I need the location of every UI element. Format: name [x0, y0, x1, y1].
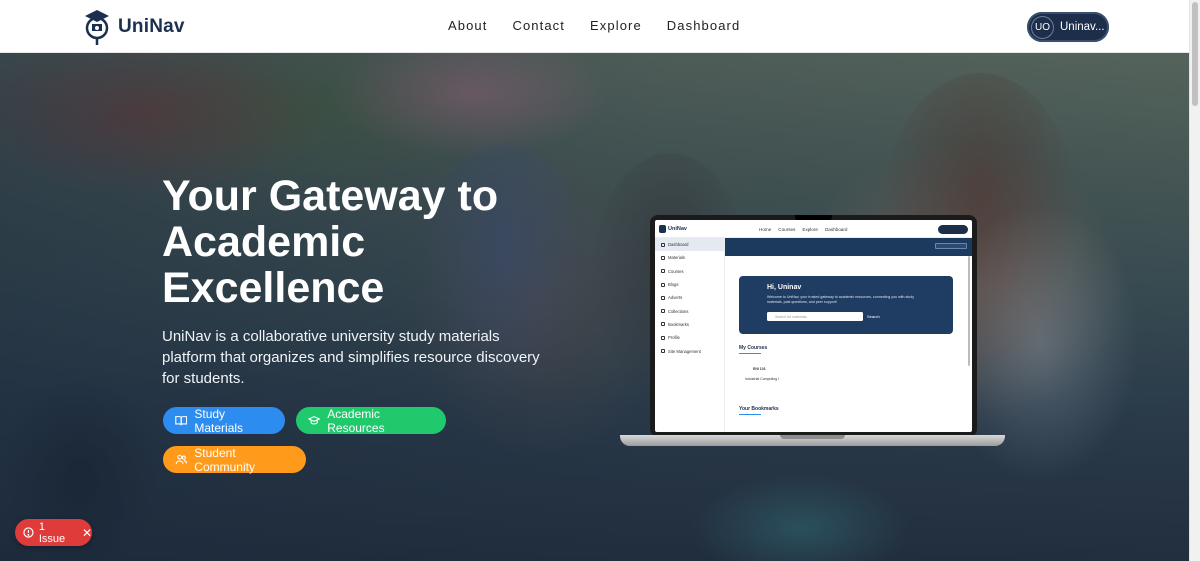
academic-resources-button[interactable]: Academic Resources: [296, 406, 446, 435]
mockup-course-code: ENI 101: [753, 367, 766, 371]
user-menu-button[interactable]: UO Uninav...: [1027, 12, 1109, 42]
mockup-sidebar-label: Profile: [668, 335, 680, 341]
mockup-sidebar-label: Bookmarks: [668, 321, 689, 327]
user-icon: [661, 335, 665, 340]
close-icon[interactable]: ✕: [82, 526, 92, 540]
mockup-sidebar-item: Collections: [655, 304, 724, 317]
mockup-sidebar: Dashboard Materials Courses Blogs Advert…: [655, 238, 725, 432]
mockup-sidebar-item: Bookmarks: [655, 318, 724, 331]
mockup-sidebar-item: Blogs: [655, 278, 724, 291]
study-materials-label: Study Materials: [194, 406, 244, 435]
laptop-base: [620, 435, 1005, 446]
nav-link-about[interactable]: About: [448, 18, 487, 33]
cap-icon: [661, 269, 665, 274]
mockup-sidebar-label: Dashboard: [668, 242, 689, 248]
laptop-mockup: UniNav Home Courses Explore Dashboard Da…: [620, 215, 1005, 450]
mockup-sidebar-label: Materials: [668, 255, 685, 261]
mockup-link-home: Home: [759, 227, 772, 232]
mockup-bookmarks-heading: Your Bookmarks: [739, 406, 779, 412]
nav-link-contact[interactable]: Contact: [512, 18, 565, 33]
mockup-sidebar-label: Blogs: [668, 282, 679, 288]
mockup-screen: UniNav Home Courses Explore Dashboard Da…: [655, 220, 972, 432]
mockup-sidebar-label: Adverts: [668, 295, 683, 301]
mockup-my-courses-heading: My Courses: [739, 345, 768, 351]
brand-name: UniNav: [118, 16, 185, 37]
mockup-topbar: [725, 238, 972, 256]
mockup-sidebar-item: Dashboard: [655, 238, 724, 252]
laptop-screen: UniNav Home Courses Explore Dashboard Da…: [650, 215, 977, 437]
user-name: Uninav...: [1060, 21, 1105, 33]
top-navbar: UniNav About Contact Explore Dashboard U…: [0, 0, 1189, 53]
mockup-sidebar-item: Materials: [655, 251, 724, 264]
book-icon: [661, 255, 665, 260]
uninav-logo-icon: [85, 10, 109, 45]
graduation-cap-icon: [308, 416, 321, 425]
nav-link-dashboard[interactable]: Dashboard: [667, 18, 741, 33]
mockup-sidebar-label: Courses: [668, 268, 684, 274]
mockup-welcome-text: Welcome to UniNav, your trusted gateway …: [767, 295, 915, 304]
book-open-icon: [175, 416, 188, 426]
mockup-brand: UniNav: [659, 225, 687, 233]
nav-link-explore[interactable]: Explore: [590, 18, 642, 33]
megaphone-icon: [661, 295, 665, 300]
alert-circle-icon: [23, 527, 34, 538]
issue-label: 1 Issue: [38, 520, 66, 545]
mockup-topbar-button: [935, 243, 967, 249]
mockup-brand-name: UniNav: [668, 226, 687, 232]
nav-links: About Contact Explore Dashboard: [448, 18, 740, 33]
mockup-course-name: Industrial Computing I: [745, 377, 780, 381]
scrollbar-thumb[interactable]: [1192, 2, 1198, 106]
mockup-welcome-card: Hi, Uninav Welcome to UniNav, your trust…: [739, 276, 953, 334]
mockup-logo-icon: [659, 225, 666, 233]
mockup-underline: [739, 353, 761, 355]
mockup-links: Home Courses Explore Dashboard: [759, 227, 847, 232]
grid-icon: [661, 242, 665, 247]
mockup-sidebar-item: Courses: [655, 265, 724, 278]
blog-icon: [661, 282, 665, 287]
mockup-underline: [739, 414, 761, 416]
mockup-user-pill: [938, 225, 968, 234]
student-community-label: Student Community: [194, 445, 255, 474]
hero-title: Your Gateway to Academic Excellence: [162, 172, 499, 312]
brand-link[interactable]: UniNav: [82, 8, 185, 46]
users-icon: [175, 454, 188, 465]
mockup-sidebar-label: Site Management: [668, 348, 701, 354]
student-community-button[interactable]: Student Community: [163, 445, 306, 474]
avatar: UO: [1031, 15, 1054, 39]
mockup-scrollbar: [968, 256, 970, 366]
mockup-link-explore: Explore: [802, 227, 818, 232]
mockup-sidebar-item: Profile: [655, 331, 724, 344]
study-materials-button[interactable]: Study Materials: [163, 406, 285, 435]
issue-badge[interactable]: 1 Issue ✕: [15, 519, 92, 546]
hero-section: Your Gateway to Academic Excellence UniN…: [0, 53, 1189, 561]
mockup-sidebar-item: Site Management: [655, 344, 724, 357]
bookmark-icon: [661, 322, 665, 327]
academic-resources-label: Academic Resources: [327, 406, 385, 435]
mockup-search-button: Search: [867, 314, 880, 319]
folder-icon: [661, 309, 665, 314]
mockup-navbar: UniNav Home Courses Explore Dashboard: [655, 220, 972, 238]
hero-description: UniNav is a collaborative university stu…: [162, 328, 540, 387]
mockup-sidebar-label: Collections: [668, 308, 689, 314]
mockup-greeting: Hi, Uninav: [767, 284, 802, 291]
mockup-link-dashboard: Dashboard: [824, 227, 848, 232]
settings-icon: [661, 349, 665, 354]
mockup-sidebar-item: Adverts: [655, 291, 724, 304]
mockup-link-courses: Courses: [778, 227, 796, 232]
page-scrollbar[interactable]: [1189, 0, 1200, 561]
mockup-search-input: Search for materials...: [767, 312, 863, 321]
